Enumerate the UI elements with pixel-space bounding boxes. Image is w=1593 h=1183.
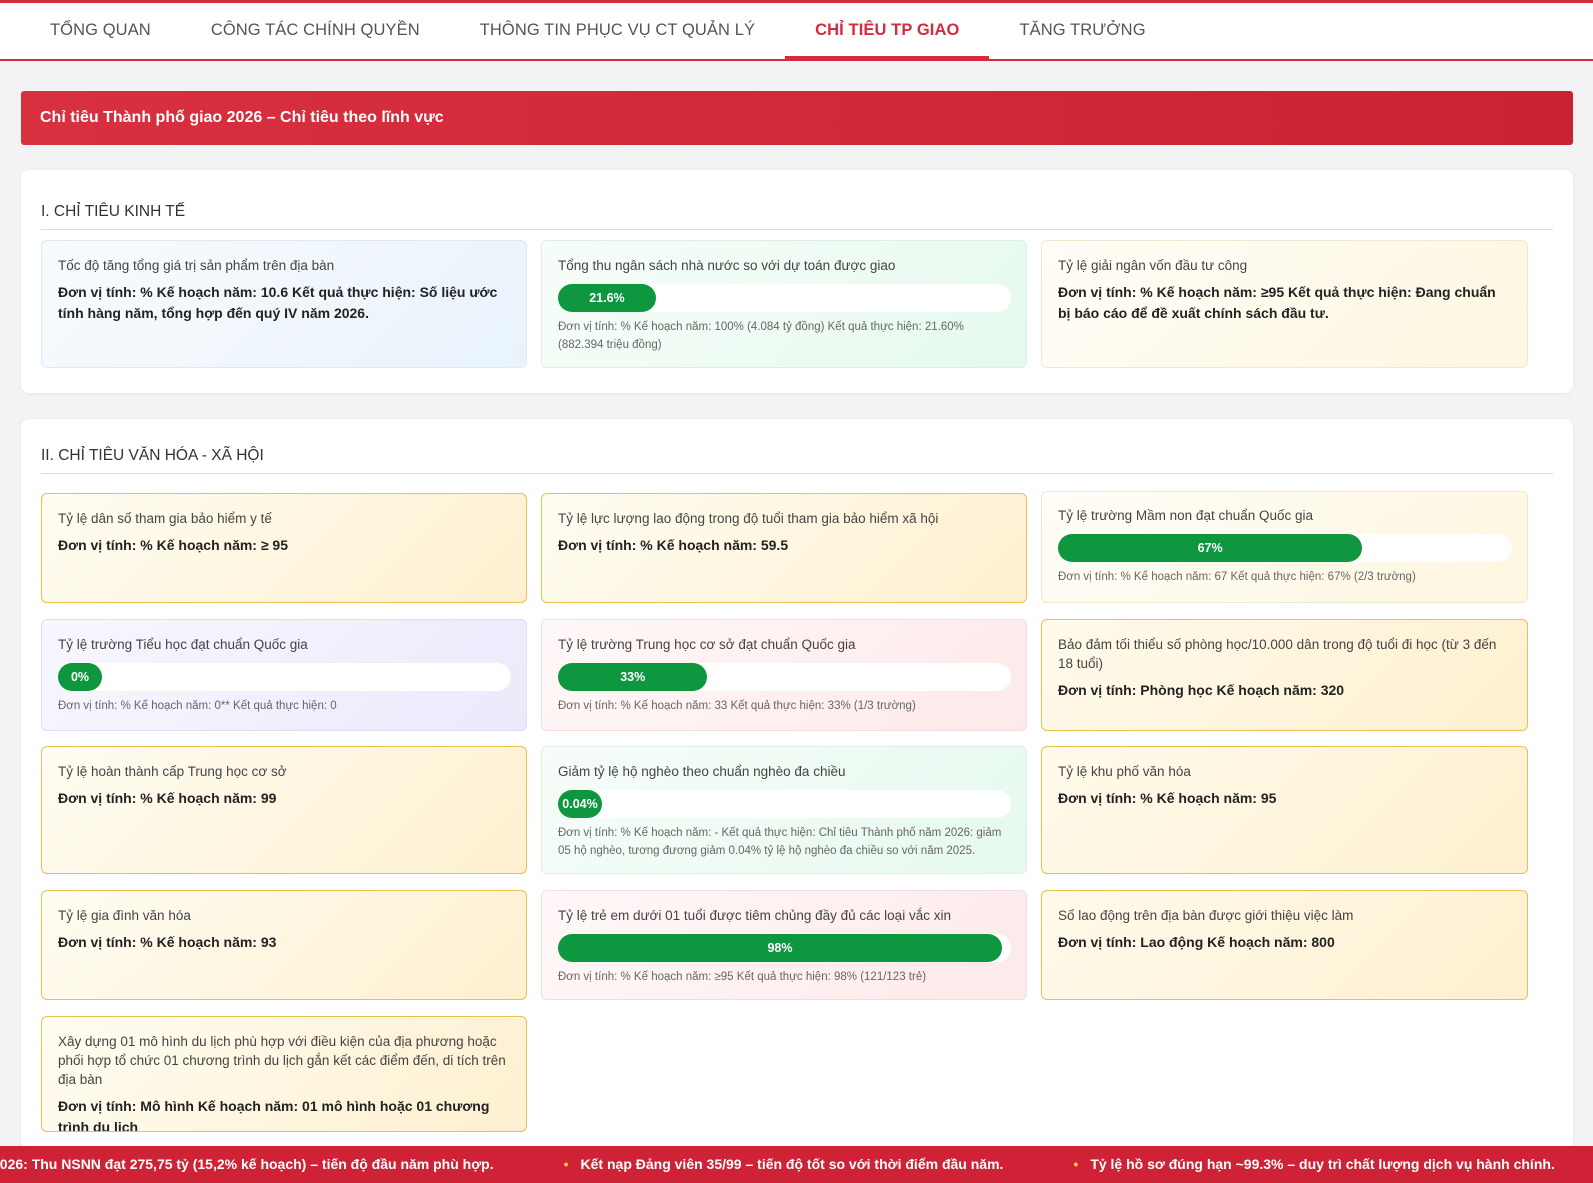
tab-cong-tac-chinh-quyen[interactable]: CÔNG TÁC CHÍNH QUYỀN (181, 3, 450, 59)
card-detail: Đơn vị tính: % Kế hoạch năm: 10.6 Kết qu… (58, 284, 498, 321)
tab-chi-tieu-tp-giao[interactable]: CHỈ TIÊU TP GIAO (785, 3, 990, 60)
section-title: I. CHỈ TIÊU KINH TẾ (41, 203, 1553, 230)
indicator-card: Tổng thu ngân sách nhà nước so với dự to… (541, 240, 1027, 368)
indicator-card: Tỷ lệ trẻ em dưới 01 tuổi được tiêm chủn… (541, 890, 1027, 1000)
progress-bar: 67% (1058, 534, 1512, 562)
progress-fill: 33% (558, 663, 708, 691)
ticker-item: Tỷ lệ hồ sơ đúng hạn ~99.3% – duy trì ch… (1090, 1156, 1555, 1172)
news-ticker: 2026: Thu NSNN đạt 275,75 tỷ (15,2% kế h… (0, 1146, 1593, 1183)
card-title: Số lao động trên địa bàn được giới thiệu… (1058, 908, 1354, 923)
progress-fill: 0.04% (558, 790, 602, 818)
indicator-card: Tỷ lệ trường Mầm non đạt chuẩn Quốc gia … (1041, 491, 1528, 603)
card-title: Tốc độ tăng tổng giá trị sản phẩm trên đ… (58, 258, 335, 273)
card-detail: Đơn vị tính: Phòng học Kế hoạch năm: 320 (1058, 682, 1345, 698)
card-detail: Đơn vị tính: % Kế hoạch năm: 59.5 (558, 537, 789, 553)
indicator-card: Xây dựng 01 mô hình du lịch phù hợp với … (41, 1016, 527, 1132)
section-title: II. CHỈ TIÊU VĂN HÓA - XÃ HỘI (41, 447, 1553, 474)
progress-fill: 21.6% (558, 284, 656, 312)
card-detail: Đơn vị tính: Lao động Kế hoạch năm: 800 (1058, 934, 1335, 950)
card-detail: Đơn vị tính: % Kế hoạch năm: ≥95 Kết quả… (1058, 284, 1496, 321)
progress-fill: 67% (1058, 534, 1363, 562)
tab-tang-truong[interactable]: TĂNG TRƯỞNG (989, 3, 1175, 59)
progress-fill: 0% (58, 663, 102, 691)
card-note: Đơn vị tính: % Kế hoạch năm: 33 Kết quả … (558, 700, 916, 712)
indicator-card: Tỷ lệ dân số tham gia bảo hiểm y tế Đơn … (41, 493, 527, 603)
indicator-card: Bảo đảm tối thiểu số phòng học/10.000 dâ… (1041, 619, 1528, 731)
card-detail: Đơn vị tính: % Kế hoạch năm: 99 (58, 790, 277, 806)
indicator-card: Giảm tỷ lệ hộ nghèo theo chuẩn nghèo đa … (541, 746, 1027, 874)
indicator-card: Số lao động trên địa bàn được giới thiệu… (1041, 890, 1528, 1000)
progress-bar: 0.04% (558, 790, 1011, 818)
card-title: Tỷ lệ lực lượng lao động trong độ tuổi t… (558, 511, 939, 526)
card-note: Đơn vị tính: % Kế hoạch năm: - Kết quả t… (558, 827, 1002, 857)
card-note: Đơn vị tính: % Kế hoạch năm: 0** Kết quả… (58, 700, 337, 712)
top-nav: TỔNG QUAN CÔNG TÁC CHÍNH QUYỀN THÔNG TIN… (0, 0, 1593, 61)
card-title: Giảm tỷ lệ hộ nghèo theo chuẩn nghèo đa … (558, 764, 846, 779)
card-title: Tỷ lệ trường Tiểu học đạt chuẩn Quốc gia (58, 637, 308, 652)
indicator-card: Tỷ lệ trường Tiểu học đạt chuẩn Quốc gia… (41, 619, 527, 731)
card-title: Tỷ lệ gia đình văn hóa (58, 908, 191, 923)
card-detail: Đơn vị tính: % Kế hoạch năm: 95 (1058, 790, 1277, 806)
card-detail: Đơn vị tính: % Kế hoạch năm: 93 (58, 934, 277, 950)
card-title: Tỷ lệ giải ngân vốn đầu tư công (1058, 258, 1248, 273)
page-banner: Chỉ tiêu Thành phố giao 2026 – Chỉ tiêu … (21, 91, 1573, 145)
indicator-card: Tỷ lệ trường Trung học cơ sở đạt chuẩn Q… (541, 619, 1027, 731)
indicator-card: Tỷ lệ gia đình văn hóa Đơn vị tính: % Kế… (41, 890, 527, 1000)
ticker-item: Kết nạp Đảng viên 35/99 – tiến độ tốt so… (580, 1156, 1004, 1172)
card-note: Đơn vị tính: % Kế hoạch năm: 67 Kết quả … (1058, 571, 1416, 583)
tab-list: TỔNG QUAN CÔNG TÁC CHÍNH QUYỀN THÔNG TIN… (20, 3, 1176, 60)
card-note: Đơn vị tính: % Kế hoạch năm: 100% (4.084… (558, 321, 964, 351)
card-detail: Đơn vị tính: % Kế hoạch năm: ≥ 95 (58, 537, 289, 553)
indicator-card: Tỷ lệ khu phố văn hóa Đơn vị tính: % Kế … (1041, 746, 1528, 874)
card-title: Xây dựng 01 mô hình du lịch phù hợp với … (58, 1034, 506, 1087)
card-title: Tỷ lệ khu phố văn hóa (1058, 764, 1191, 779)
card-title: Bảo đảm tối thiểu số phòng học/10.000 dâ… (1058, 637, 1497, 671)
card-title: Tỷ lệ dân số tham gia bảo hiểm y tế (58, 511, 272, 526)
indicator-card: Tốc độ tăng tổng giá trị sản phẩm trên đ… (41, 240, 527, 368)
card-title: Tỷ lệ hoàn thành cấp Trung học cơ sở (58, 764, 287, 779)
progress-bar: 0% (58, 663, 511, 691)
indicator-card: Tỷ lệ giải ngân vốn đầu tư công Đơn vị t… (1041, 240, 1528, 368)
progress-bar: 98% (558, 934, 1011, 962)
indicator-card: Tỷ lệ lực lượng lao động trong độ tuổi t… (541, 493, 1027, 603)
card-title: Tỷ lệ trường Mầm non đạt chuẩn Quốc gia (1058, 508, 1314, 523)
tab-thong-tin-phuc-vu[interactable]: THÔNG TIN PHỤC VỤ CT QUẢN LÝ (450, 3, 785, 59)
bullet-icon: • (563, 1156, 569, 1172)
card-title: Tỷ lệ trường Trung học cơ sở đạt chuẩn Q… (558, 637, 856, 652)
card-note: Đơn vị tính: % Kế hoạch năm: ≥95 Kết quả… (558, 971, 927, 983)
bullet-icon: • (1073, 1156, 1079, 1172)
section-kinh-te: I. CHỈ TIÊU KINH TẾ Tốc độ tăng tổng giá… (21, 170, 1573, 393)
progress-bar: 21.6% (558, 284, 1011, 312)
indicator-card: Tỷ lệ hoàn thành cấp Trung học cơ sở Đơn… (41, 746, 527, 874)
ticker-item: 2026: Thu NSNN đạt 275,75 tỷ (15,2% kế h… (0, 1156, 494, 1172)
card-title: Tỷ lệ trẻ em dưới 01 tuổi được tiêm chủn… (558, 908, 951, 923)
progress-fill: 98% (558, 934, 1002, 962)
card-detail: Đơn vị tính: Mô hình Kế hoạch năm: 01 mô… (58, 1098, 490, 1132)
ticker-track: 2026: Thu NSNN đạt 275,75 tỷ (15,2% kế h… (0, 1146, 1555, 1183)
tab-tong-quan[interactable]: TỔNG QUAN (20, 3, 181, 59)
section-van-hoa-xa-hoi: II. CHỈ TIÊU VĂN HÓA - XÃ HỘI Tỷ lệ dân … (21, 419, 1573, 1149)
progress-bar: 33% (558, 663, 1011, 691)
card-title: Tổng thu ngân sách nhà nước so với dự to… (558, 258, 896, 273)
